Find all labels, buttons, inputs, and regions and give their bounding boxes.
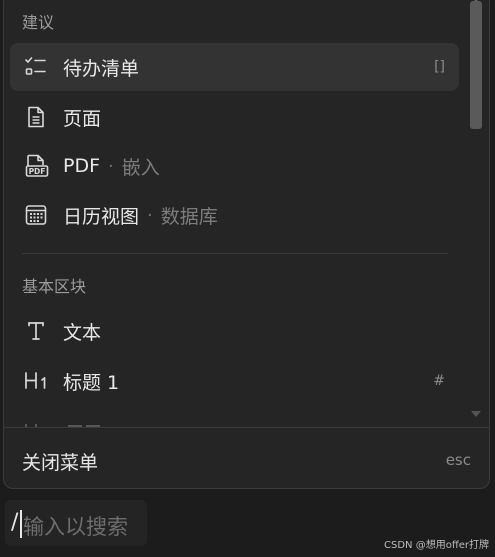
scroll-down-icon[interactable]	[471, 411, 481, 417]
page-icon	[22, 103, 50, 131]
scrollbar-thumb[interactable]	[470, 1, 482, 129]
menu-item-description: 数据库	[160, 205, 218, 228]
section-title-basic-blocks: 基本区块	[22, 277, 87, 296]
menu-scroll-area: 建议 待办清单 [] 页面 PDF PDF · 嵌入 日历视图 · 数据库 基本…	[4, 0, 466, 427]
search-input-value: /	[11, 510, 19, 535]
heading1-icon	[22, 367, 50, 395]
watermark: CSDN @想用offer打牌	[384, 540, 489, 551]
menu-footer[interactable]: 关闭菜单 esc	[4, 427, 489, 488]
menu-item-heading-1[interactable]: 标题 1 #	[10, 357, 459, 405]
text-caret	[20, 510, 22, 538]
section-divider	[22, 253, 448, 254]
checklist-icon	[22, 53, 50, 81]
menu-item-label: 待办清单	[63, 57, 140, 80]
menu-scrollbar[interactable]	[469, 0, 483, 419]
menu-item-text[interactable]: 文本	[10, 307, 459, 355]
slash-command-input[interactable]: / 输入以搜索	[5, 500, 147, 546]
section-title-suggestions: 建议	[22, 13, 55, 32]
pdf-icon: PDF	[22, 152, 50, 180]
menu-item-page[interactable]: 页面	[10, 93, 459, 141]
menu-item-shortcut: #	[433, 373, 445, 389]
menu-item-label: 标题 1	[63, 371, 120, 394]
text-icon	[22, 317, 50, 345]
menu-item-label: PDF	[63, 155, 101, 177]
search-placeholder: 输入以搜索	[23, 515, 128, 539]
svg-text:PDF: PDF	[29, 167, 46, 176]
menu-item-separator: ·	[147, 204, 153, 226]
menu-item-calendar-view[interactable]: 日历视图 · 数据库	[10, 191, 459, 239]
menu-item-label: 日历视图	[63, 205, 140, 228]
menu-item-description: 嵌入	[121, 156, 160, 179]
calendar-icon	[22, 201, 50, 229]
close-menu-button[interactable]: 关闭菜单	[22, 448, 98, 475]
menu-item-partially-hidden	[22, 417, 122, 427]
esc-shortcut-hint: esc	[445, 451, 471, 469]
menu-item-pdf[interactable]: PDF PDF · 嵌入	[10, 142, 459, 190]
menu-item-todo-list[interactable]: 待办清单 []	[10, 43, 459, 91]
menu-item-separator: ·	[108, 155, 114, 177]
menu-item-label: 文本	[63, 321, 102, 344]
slash-command-menu: 建议 待办清单 [] 页面 PDF PDF · 嵌入 日历视图 · 数据库 基本…	[3, 0, 490, 489]
menu-item-label: 页面	[63, 107, 102, 130]
menu-item-shortcut: []	[434, 59, 445, 75]
